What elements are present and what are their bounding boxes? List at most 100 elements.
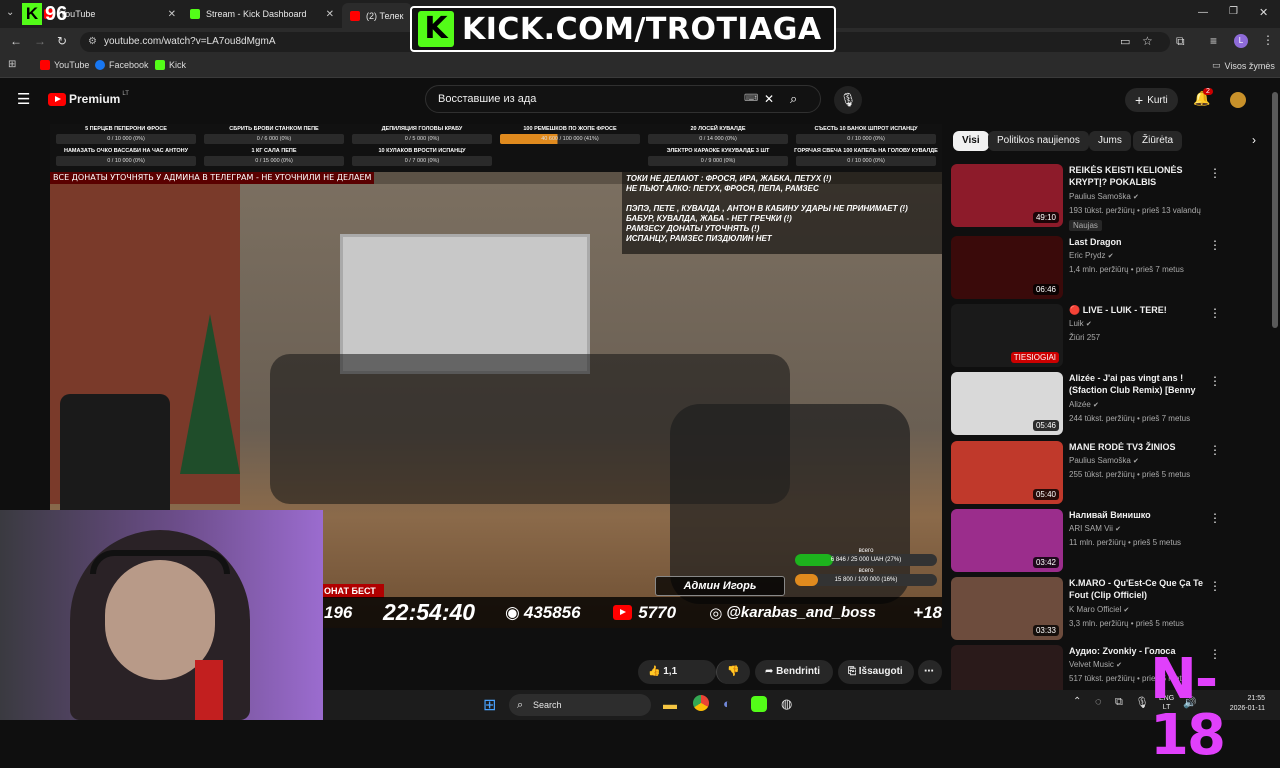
sidebar-scrollbar[interactable] [1272, 92, 1278, 328]
kick-app-icon[interactable] [751, 696, 767, 712]
more-actions-button[interactable]: ⋯ [918, 660, 942, 684]
chip-politics-news[interactable]: Politikos naujienos [988, 131, 1089, 151]
video-thumbnail[interactable]: 49:10 [951, 164, 1063, 227]
bookmark-star-icon[interactable]: ☆ [1142, 34, 1153, 48]
video-card[interactable]: TIESIOGIAI 🔴 LIVE - LUIK - TERE! Luik ✔ Žiū… [951, 304, 1266, 368]
profile-avatar[interactable]: L [1234, 34, 1248, 48]
clear-search-icon[interactable]: ✕ [764, 86, 774, 112]
all-bookmarks[interactable]: ▭ Visos žymės [1212, 60, 1275, 71]
video-duration: 05:40 [1032, 489, 1059, 500]
tab-search-chevron-icon[interactable]: ⌄ [6, 7, 14, 18]
all-bookmarks-label: Visos žymės [1224, 60, 1275, 71]
restore-icon[interactable]: ❐ [1229, 6, 1238, 17]
video-title[interactable]: Наливай Винишко [1069, 509, 1205, 521]
video-title[interactable]: MANE RODĖ TV3 ŽINIOS [1069, 441, 1205, 453]
tray-icon-2[interactable]: ⧉ [1115, 696, 1123, 709]
apps-grid-icon[interactable]: ⊞ [8, 59, 16, 70]
close-window-icon[interactable]: ✕ [1259, 6, 1268, 19]
video-card[interactable]: 03:33 K.MARO - Qu'Est-Ce Que Ça Te Fout (… [951, 577, 1266, 641]
create-button[interactable]: + Kurti [1125, 88, 1178, 112]
video-channel[interactable]: Alizée ✔ [1069, 400, 1099, 409]
video-title[interactable]: Alizée - J'ai pas vingt ans ! (Sfaction … [1069, 372, 1205, 398]
obs-icon[interactable]: ◍ [781, 696, 792, 712]
share-button[interactable]: ➦ Bendrinti [755, 660, 833, 684]
extensions-icon[interactable]: ⧉ [1176, 34, 1185, 49]
bookmark-facebook[interactable]: Facebook [95, 60, 149, 70]
channel-name: Eric Prydz [1069, 251, 1106, 260]
tray-chevron-up-icon[interactable]: ⌃ [1073, 696, 1081, 707]
search-icon[interactable]: ⌕ [790, 86, 797, 112]
video-channel[interactable]: Paulius Samoška ✔ [1069, 456, 1139, 465]
video-menu-kebab-icon[interactable]: ⋮ [1209, 579, 1221, 593]
video-thumbnail[interactable]: TIESIOGIAI [951, 304, 1063, 367]
chrome-icon[interactable] [693, 695, 709, 711]
video-menu-kebab-icon[interactable]: ⋮ [1209, 166, 1221, 180]
site-info-icon[interactable]: ⚙ [88, 32, 97, 52]
total-value-2: 15 800 / 100 000 (16%) [834, 577, 898, 583]
voice-search-icon[interactable]: 🎙 [834, 86, 862, 114]
video-thumbnail[interactable]: 03:42 [951, 509, 1063, 572]
verified-icon: ✔ [1123, 607, 1130, 614]
video-title[interactable]: 🔴 LIVE - LUIK - TERE! [1069, 304, 1205, 316]
tray-icon-1[interactable]: ◌ [1095, 696, 1102, 708]
taskbar-search[interactable]: ⌕ Search [509, 694, 651, 716]
video-channel[interactable]: Eric Prydz ✔ [1069, 251, 1114, 260]
tab-kick-dashboard[interactable]: Stream - Kick Dashboard ✕ [182, 3, 340, 25]
bookmark-youtube[interactable]: YouTube [40, 60, 89, 70]
video-channel[interactable]: K Maro Officiel ✔ [1069, 605, 1129, 614]
media-controls-icon[interactable]: ≡ [1210, 34, 1217, 48]
goal-title: ЭЛЕКТРО КАРАОКЕ КУКУВАЛДЕ 3 ШТ [666, 148, 770, 154]
video-title[interactable]: K.MARO - Qu'Est-Ce Que Ça Te Fout (Clip … [1069, 577, 1205, 601]
close-icon[interactable]: ✕ [326, 9, 334, 20]
video-menu-kebab-icon[interactable]: ⋮ [1209, 374, 1221, 388]
video-duration: TIESIOGIAI [1010, 352, 1059, 363]
video-channel[interactable]: Luik ✔ [1069, 319, 1092, 328]
chips-next-chevron-icon[interactable]: › [1252, 133, 1256, 147]
video-card[interactable]: 03:42 Наливай Винишко ARI SAM Vii ✔ 11 mln.… [951, 509, 1266, 573]
video-menu-kebab-icon[interactable]: ⋮ [1209, 306, 1221, 320]
video-title[interactable]: Last Dragon [1069, 236, 1205, 248]
video-thumbnail[interactable]: 06:46 [951, 236, 1063, 299]
close-icon[interactable]: ✕ [168, 9, 176, 20]
cast-icon[interactable]: ▭ [1120, 35, 1130, 48]
account-avatar[interactable] [1230, 92, 1246, 108]
dislike-button[interactable]: 👎 [716, 660, 750, 684]
minimize-icon[interactable]: — [1198, 7, 1208, 18]
video-menu-kebab-icon[interactable]: ⋮ [1209, 238, 1221, 252]
chip-for-you[interactable]: Jums [1089, 131, 1131, 151]
video-channel[interactable]: ARI SAM Vii ✔ [1069, 524, 1121, 533]
keyboard-icon[interactable]: ⌨ [744, 86, 758, 112]
reload-icon[interactable]: ↻ [57, 34, 67, 48]
verified-icon: ✔ [1085, 321, 1092, 328]
windows-start-icon[interactable]: ⊞ [483, 695, 496, 715]
video-menu-kebab-icon[interactable]: ⋮ [1209, 511, 1221, 525]
chip-all[interactable]: Visi [953, 131, 989, 151]
search-input[interactable]: Восставшие из ада ⌨ ✕ ⌕ [425, 85, 821, 113]
chip-watched[interactable]: Žiūrėta [1133, 131, 1183, 151]
tab-youtube-active[interactable]: (2) Телекана [342, 3, 412, 28]
file-explorer-icon[interactable]: ▬ [663, 696, 677, 712]
video-channel[interactable]: Velvet Music ✔ [1069, 660, 1122, 669]
microphone-icon[interactable]: 🎙 [1135, 696, 1149, 709]
video-thumbnail[interactable]: 05:46 [951, 372, 1063, 435]
video-thumbnail[interactable]: 05:40 [951, 441, 1063, 504]
video-card[interactable]: 49:10 REIKĖS KEISTI KELIONĖS KRYPTĮ? POKA… [951, 164, 1266, 231]
youtube-logo[interactable]: Premium LT [48, 91, 129, 106]
video-channel[interactable]: Paulius Samoška ✔ [1069, 192, 1139, 201]
video-menu-kebab-icon[interactable]: ⋮ [1209, 443, 1221, 457]
video-card[interactable]: 05:46 Alizée - J'ai pas vingt ans ! (Sfac… [951, 372, 1266, 436]
like-button[interactable]: 👍 1,1 tūkst. [638, 660, 716, 701]
video-meta: 1,4 mln. peržiūrų • prieš 7 metus [1069, 265, 1184, 274]
save-button[interactable]: ⎘ Išsaugoti [838, 660, 914, 684]
goal-progress-bar: 0 / 10 000 (0%) [796, 156, 936, 166]
video-thumbnail[interactable]: 03:33 [951, 577, 1063, 640]
back-icon[interactable]: ← [10, 34, 22, 48]
discord-icon[interactable]: ◐ [723, 696, 731, 711]
video-card[interactable]: 06:46 Last Dragon Eric Prydz ✔ 1,4 mln. per… [951, 236, 1266, 300]
hamburger-menu-icon[interactable]: ☰ [17, 90, 30, 108]
forward-icon[interactable]: → [34, 34, 46, 48]
video-title[interactable]: REIKĖS KEISTI KELIONĖS KRYPTĮ? POKALBIS … [1069, 164, 1205, 190]
bookmark-kick[interactable]: Kick [155, 60, 186, 70]
video-card[interactable]: 05:40 MANE RODĖ TV3 ŽINIOS Paulius Samoška… [951, 441, 1266, 505]
menu-kebab-icon[interactable]: ⋮ [1262, 33, 1274, 47]
